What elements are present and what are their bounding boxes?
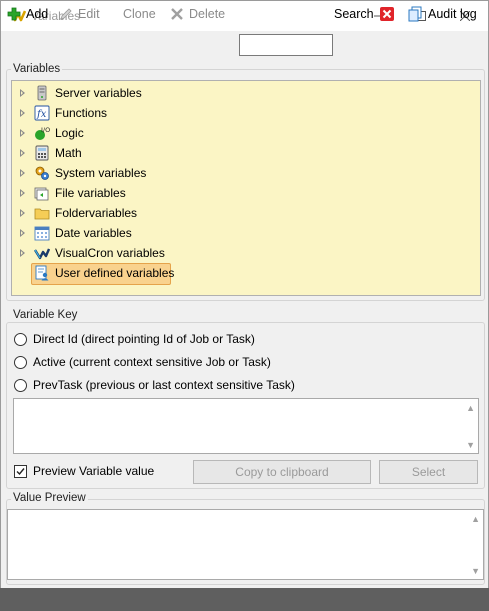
expand-arrow-icon[interactable]	[20, 229, 25, 237]
variables-tree[interactable]: Server variables fx Functions I/O Logic	[11, 80, 481, 296]
svg-text:fx: fx	[36, 109, 47, 120]
radio-direct-id[interactable]: Direct Id (direct pointing Id of Job or …	[14, 331, 255, 347]
pencil-icon	[60, 8, 72, 20]
radio-prevtask[interactable]: PrevTask (previous or last context sensi…	[14, 377, 295, 393]
radio-label: Active (current context sensitive Job or…	[33, 355, 271, 369]
radio-label: PrevTask (previous or last context sensi…	[33, 378, 295, 392]
expand-arrow-icon[interactable]	[20, 149, 25, 157]
clone-label: Clone	[123, 7, 156, 21]
checkmark-icon	[16, 467, 25, 475]
radio-button-icon[interactable]	[14, 378, 27, 392]
checkbox-icon[interactable]	[14, 464, 27, 478]
server-icon	[37, 85, 47, 101]
clear-red-x-icon	[380, 7, 394, 21]
tree-item-label: VisualCron variables	[55, 246, 165, 260]
expand-arrow-icon[interactable]	[20, 89, 25, 97]
search-label: Search	[334, 7, 374, 21]
search-button[interactable]: Search	[334, 5, 374, 23]
search-input[interactable]	[239, 34, 333, 56]
edit-button[interactable]: Edit	[59, 5, 100, 23]
tree-item-label: Logic	[55, 126, 84, 140]
audit-log-copy-icon	[408, 6, 422, 22]
variable-key-textarea[interactable]: ▲ ▼	[13, 398, 479, 454]
background-strip	[0, 588, 489, 611]
variable-key-group-label: Variable Key	[11, 309, 80, 321]
svg-text:I/O: I/O	[41, 126, 50, 134]
tree-item-label: System variables	[55, 166, 147, 180]
audit-log-label: Audit log	[428, 7, 477, 21]
clone-button[interactable]: Clone	[123, 5, 156, 23]
expand-arrow-icon[interactable]	[20, 129, 25, 137]
expand-arrow-icon[interactable]	[20, 249, 25, 257]
preview-variable-checkbox[interactable]: Preview Variable value	[14, 463, 154, 479]
clear-search-button[interactable]	[380, 5, 394, 23]
tree-item-label: Date variables	[55, 226, 132, 240]
folder-icon	[34, 208, 50, 220]
delete-x-icon	[171, 8, 183, 20]
tree-item-label: File variables	[55, 186, 126, 200]
value-preview-group-label: Value Preview	[11, 492, 88, 504]
delete-button[interactable]: Delete	[170, 5, 225, 23]
radio-label: Direct Id (direct pointing Id of Job or …	[33, 332, 255, 346]
function-icon: fx	[34, 105, 50, 121]
system-gear-icon	[35, 166, 49, 180]
user-variable-icon	[35, 265, 49, 281]
expand-arrow-icon[interactable]	[20, 189, 25, 197]
value-preview-textarea[interactable]: ▲ ▼	[7, 509, 484, 580]
edit-label: Edit	[78, 7, 100, 21]
tree-item-label: Server variables	[55, 86, 142, 100]
calculator-icon	[35, 145, 49, 161]
audit-log-button[interactable]: Audit log	[407, 5, 477, 23]
calendar-icon	[34, 226, 50, 241]
copy-to-clipboard-button[interactable]: Copy to clipboard	[193, 460, 371, 484]
delete-label: Delete	[189, 7, 226, 21]
expand-arrow-icon[interactable]	[20, 109, 25, 117]
tree-item-label: Functions	[55, 106, 108, 120]
scroll-up-icon[interactable]: ▲	[471, 514, 480, 524]
visualcron-icon	[34, 248, 50, 260]
scroll-down-icon[interactable]: ▼	[466, 440, 475, 450]
add-label: Add	[26, 7, 49, 21]
radio-button-icon[interactable]	[14, 332, 27, 346]
tree-item-label: User defined variables	[55, 266, 175, 280]
radio-button-icon[interactable]	[14, 355, 27, 369]
select-button[interactable]: Select	[379, 460, 478, 484]
add-button[interactable]: Add	[7, 5, 48, 23]
expand-arrow-icon[interactable]	[20, 209, 25, 217]
copy-button-label: Copy to clipboard	[235, 465, 329, 479]
tree-item-label: Math	[55, 146, 82, 160]
variables-group-label: Variables	[11, 63, 63, 75]
expand-arrow-icon[interactable]	[20, 169, 25, 177]
variables-window: Variables Add Edit Clone Delete Search A…	[0, 0, 489, 611]
preview-checkbox-label: Preview Variable value	[33, 464, 155, 478]
plus-icon	[7, 7, 21, 21]
radio-active[interactable]: Active (current context sensitive Job or…	[14, 354, 271, 370]
file-icon	[34, 187, 49, 201]
tree-item-label: Foldervariables	[55, 206, 138, 220]
scroll-up-icon[interactable]: ▲	[466, 403, 475, 413]
logic-icon: I/O	[35, 126, 50, 140]
scroll-down-icon[interactable]: ▼	[471, 566, 480, 576]
select-button-label: Select	[411, 465, 446, 479]
